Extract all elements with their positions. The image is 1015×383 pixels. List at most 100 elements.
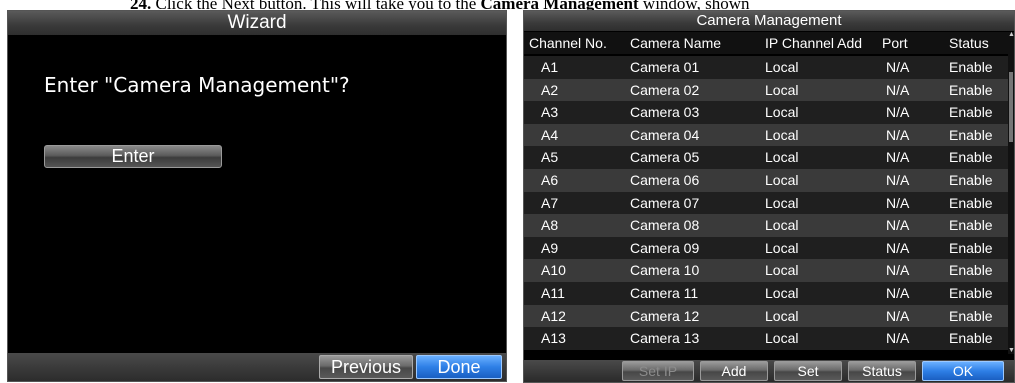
cell-ip-channel: Local xyxy=(765,239,799,256)
cell-ip-channel: Local xyxy=(765,59,799,75)
cell-port: N/A xyxy=(886,194,910,211)
cell-ip-channel: Local xyxy=(765,81,799,98)
cell-camera-name: Camera 08 xyxy=(630,217,700,234)
wizard-footer: Previous Done xyxy=(8,353,506,381)
scroll-thumb[interactable] xyxy=(1009,72,1013,142)
cell-channel: A11 xyxy=(541,284,565,301)
cell-channel: A13 xyxy=(541,330,566,347)
column-header-port: Port xyxy=(882,35,908,51)
cell-port: N/A xyxy=(886,262,910,279)
cell-port: N/A xyxy=(886,217,910,234)
cell-port: N/A xyxy=(886,126,910,143)
table-row[interactable]: A6 Camera 06 Local N/A Enable xyxy=(524,168,1008,192)
cell-channel: A1 xyxy=(541,59,559,75)
column-header-channel: Channel No. xyxy=(529,35,607,51)
cell-status: Enable xyxy=(949,59,993,75)
table-row[interactable]: A11 Camera 11 Local N/A Enable xyxy=(524,281,1008,305)
table-row[interactable]: A9 Camera 09 Local N/A Enable xyxy=(524,236,1008,260)
cell-ip-channel: Local xyxy=(765,194,799,211)
scroll-up-icon[interactable]: ▲ xyxy=(1008,31,1014,38)
cell-status: Enable xyxy=(949,194,993,211)
cell-camera-name: Camera 09 xyxy=(630,239,700,256)
status-button[interactable]: Status xyxy=(848,361,916,381)
cell-channel: A8 xyxy=(541,217,559,234)
cell-channel: A3 xyxy=(541,104,559,121)
cell-port: N/A xyxy=(886,149,910,166)
cell-ip-channel: Local xyxy=(765,262,799,279)
cell-camera-name: Camera 13 xyxy=(630,330,700,347)
cell-camera-name: Camera 01 xyxy=(630,59,700,75)
table-row[interactable]: A8 Camera 08 Local N/A Enable xyxy=(524,214,1008,237)
cell-status: Enable xyxy=(949,104,993,121)
ok-button[interactable]: OK xyxy=(922,361,1004,381)
cell-status: Enable xyxy=(949,126,993,143)
cell-status: Enable xyxy=(949,284,993,301)
cell-ip-channel: Local xyxy=(765,217,799,234)
cell-status: Enable xyxy=(949,330,993,347)
cell-status: Enable xyxy=(949,81,993,98)
cell-ip-channel: Local xyxy=(765,171,799,188)
cell-channel: A7 xyxy=(541,194,559,211)
cell-port: N/A xyxy=(886,284,910,301)
cell-channel: A6 xyxy=(541,171,559,188)
done-button[interactable]: Done xyxy=(416,355,502,379)
table-row[interactable]: A1 Camera 01 Local N/A Enable xyxy=(524,56,1008,79)
table-scrollbar[interactable]: ▲ ▼ xyxy=(1008,31,1014,354)
previous-button[interactable]: Previous xyxy=(319,355,413,379)
cell-camera-name: Camera 03 xyxy=(630,104,700,121)
table-row[interactable]: A2 Camera 02 Local N/A Enable xyxy=(524,78,1008,102)
table-row[interactable]: A7 Camera 07 Local N/A Enable xyxy=(524,191,1008,215)
cell-ip-channel: Local xyxy=(765,284,799,301)
cell-port: N/A xyxy=(886,330,910,347)
enter-button[interactable]: Enter xyxy=(44,145,222,168)
set-ip-button[interactable]: Set IP xyxy=(622,361,694,381)
cell-camera-name: Camera 05 xyxy=(630,149,700,166)
cell-port: N/A xyxy=(886,239,910,256)
cell-ip-channel: Local xyxy=(765,307,799,324)
cell-camera-name: Camera 12 xyxy=(630,307,700,324)
cell-ip-channel: Local xyxy=(765,126,799,143)
cell-channel: A2 xyxy=(541,81,559,98)
cell-port: N/A xyxy=(886,104,910,121)
cell-ip-channel: Local xyxy=(765,104,799,121)
cell-camera-name: Camera 10 xyxy=(630,262,700,279)
camera-management-dialog: Camera Management Channel No. Camera Nam… xyxy=(523,10,1015,383)
column-header-ip: IP Channel Add xyxy=(765,35,863,51)
cell-channel: A4 xyxy=(541,126,559,143)
scroll-down-icon[interactable]: ▼ xyxy=(1008,347,1014,354)
table-row[interactable]: A4 Camera 04 Local N/A Enable xyxy=(524,123,1008,147)
cell-status: Enable xyxy=(949,171,993,188)
cell-ip-channel: Local xyxy=(765,149,799,166)
cell-camera-name: Camera 11 xyxy=(630,284,699,301)
column-header-name: Camera Name xyxy=(630,35,722,51)
cell-status: Enable xyxy=(949,307,993,324)
wizard-title: Wizard xyxy=(8,11,506,35)
add-button[interactable]: Add xyxy=(700,361,768,381)
camera-management-footer: Set IP Add Set Status OK xyxy=(524,360,1014,382)
cell-channel: A9 xyxy=(541,239,559,256)
cell-channel: A5 xyxy=(541,149,559,166)
table-row[interactable]: A10 Camera 10 Local N/A Enable xyxy=(524,259,1008,282)
cell-status: Enable xyxy=(949,149,993,166)
table-row[interactable]: A12 Camera 12 Local N/A Enable xyxy=(524,304,1008,328)
camera-table-body: A1 Camera 01 Local N/A Enable A2 Camera 02 Loca… xyxy=(524,56,1008,350)
wizard-question: Enter "Camera Management"? xyxy=(44,73,350,97)
table-row[interactable]: A3 Camera 03 Local N/A Enable xyxy=(524,101,1008,124)
cell-camera-name: Camera 07 xyxy=(630,194,700,211)
cell-port: N/A xyxy=(886,81,910,98)
wizard-dialog: Wizard Enter "Camera Management"? Enter … xyxy=(7,10,507,382)
cell-port: N/A xyxy=(886,59,910,75)
cell-channel: A10 xyxy=(541,262,566,279)
column-header-status: Status xyxy=(949,35,989,51)
cell-port: N/A xyxy=(886,171,910,188)
cell-ip-channel: Local xyxy=(765,330,799,347)
cell-channel: A12 xyxy=(541,307,566,324)
cell-status: Enable xyxy=(949,262,993,279)
cell-status: Enable xyxy=(949,239,993,256)
set-button[interactable]: Set xyxy=(774,361,842,381)
cell-camera-name: Camera 04 xyxy=(630,126,700,143)
table-row[interactable]: A13 Camera 13 Local N/A Enable xyxy=(524,327,1008,350)
cell-camera-name: Camera 06 xyxy=(630,171,700,188)
table-row[interactable]: A5 Camera 05 Local N/A Enable xyxy=(524,146,1008,169)
cell-status: Enable xyxy=(949,217,993,234)
